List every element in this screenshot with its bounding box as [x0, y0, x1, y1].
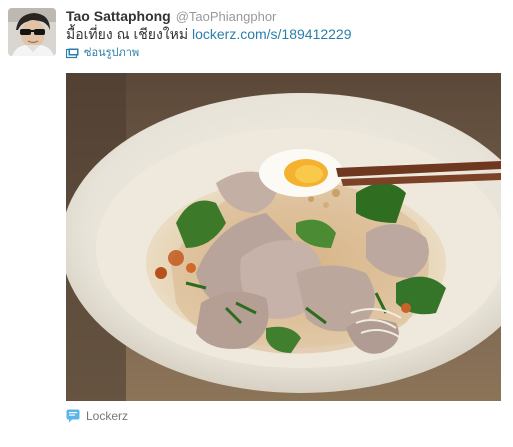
avatar-image: [8, 8, 56, 56]
hide-photo-label: ซ่อนรูปภาพ: [84, 47, 140, 59]
tweet: Tao Sattaphong @TaoPhiangphor มื้อเที่ยง …: [0, 0, 513, 447]
photo-icon: [65, 48, 79, 59]
media-source-label: Lockerz: [86, 409, 129, 423]
lockerz-icon: [66, 409, 80, 423]
tweet-photo[interactable]: [66, 73, 501, 401]
hide-photo-link[interactable]: ซ่อนรูปภาพ: [65, 46, 140, 60]
author-handle[interactable]: @TaoPhiangphor: [176, 9, 277, 24]
media-source-link[interactable]: Lockerz: [66, 408, 128, 424]
tweet-header: Tao Sattaphong @TaoPhiangphor: [66, 7, 276, 26]
food-photo: [66, 73, 501, 401]
avatar[interactable]: [8, 8, 56, 56]
tweet-text: มื้อเที่ยง ณ เชียงใหม่ lockerz.com/s/189…: [66, 25, 352, 43]
author-name[interactable]: Tao Sattaphong: [66, 8, 171, 24]
tweet-link[interactable]: lockerz.com/s/189412229: [192, 26, 352, 42]
tweet-text-body: มื้อเที่ยง ณ เชียงใหม่: [66, 26, 192, 42]
